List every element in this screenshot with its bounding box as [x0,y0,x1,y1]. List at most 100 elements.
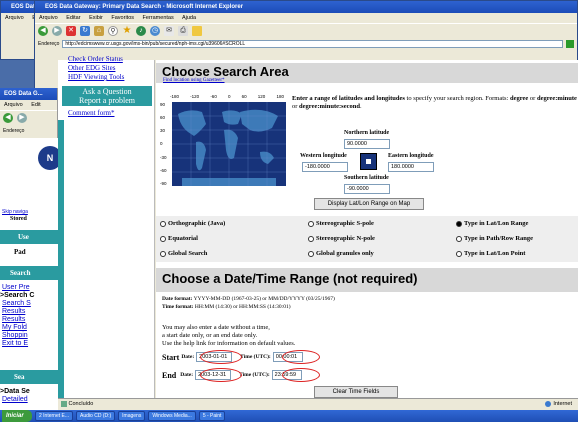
task-images[interactable]: Imagens [118,411,146,421]
nav-link-current[interactable]: >Search C [0,292,34,300]
radio-icon[interactable] [160,235,166,242]
nav-link-current[interactable]: >Data Se [0,388,30,396]
map-image[interactable] [172,102,286,186]
back-window-2-menu: Arquivo Edit [0,100,57,110]
toolbar: ◀ ▶ ✕ ↻ ⌂ ⚲ ★ ♪ ◷ ✉ ⎙ [35,23,577,38]
nav-link[interactable]: Exit to E [2,340,28,348]
back-menu-item[interactable]: Arquivo [4,102,23,108]
west-label: Western longitude [300,153,347,159]
start-button[interactable]: Iniciar [2,410,32,422]
back-menu-item[interactable]: Edit [31,102,40,108]
nav-link[interactable]: Shoppin [2,332,28,340]
radio-icon[interactable] [308,220,314,227]
task-media[interactable]: Windows Media... [148,411,196,421]
tick-label: -30 [160,154,167,160]
radio-icon[interactable] [456,235,462,242]
option-label: Type in Path/Row Range [464,235,534,242]
tick-label: 30 [160,128,166,134]
history-icon[interactable]: ◷ [150,26,160,36]
task-audio[interactable]: Audio CD (D:) [76,411,116,421]
use-box: Use [0,230,58,244]
end-date-label: Date: [180,372,194,378]
menu-file[interactable]: Arquivo [39,15,58,21]
tick-label: 180 [276,94,284,99]
print-icon[interactable]: ⎙ [178,26,188,36]
menu-help[interactable]: Ajuda [182,15,196,21]
status-bar: Concluído Internet [58,398,578,410]
back-icon[interactable]: ◀ [38,26,48,36]
selection-box-icon [360,153,377,170]
option-equatorial[interactable]: Equatorial [160,235,198,242]
menu-edit[interactable]: Editar [66,15,80,21]
radio-icon[interactable] [308,235,314,242]
tick-label: 60 [241,94,247,99]
tick-label: 90 [160,102,166,107]
comment-form-link[interactable]: Comment form* [68,109,114,117]
option-path-row[interactable]: Type in Path/Row Range [456,235,533,242]
zone-text: Internet [553,401,572,407]
gazetteer-link[interactable]: Find location using Gazetteer* [163,77,225,85]
skip-nav-link[interactable]: Skip naviga [2,208,28,216]
option-global-search[interactable]: Global Search [160,250,207,257]
nav-link[interactable]: User Pre [2,284,30,292]
tick-label: -90 [160,180,167,186]
menu-view[interactable]: Exibir [89,15,103,21]
address-input[interactable]: http://edcimswww.cr.usgs.gov/ims-bin/pub… [62,39,563,48]
start-time-label: Time (UTC): [240,354,271,360]
radio-icon[interactable] [160,250,166,257]
task-paint[interactable]: 5 - Paint [198,411,226,421]
main-content: Choose Search Area Find location using G… [156,60,578,398]
option-stereo-n[interactable]: Stereographic N-pole [308,235,375,242]
home-icon[interactable]: ⌂ [94,26,104,36]
option-orthographic[interactable]: Orthographic (Java) [160,220,225,227]
radio-selected-icon[interactable] [456,220,462,227]
search-icon[interactable]: ⚲ [108,26,118,36]
check-order-link[interactable]: Check Order Status [68,55,123,63]
favorites-star-icon[interactable]: ★ [122,26,132,36]
west-longitude-input[interactable]: -180.0000 [302,162,348,172]
help-text: You may also enter a date without a time… [162,324,295,348]
other-edg-link[interactable]: Other EDG Sites [68,64,115,72]
sidebar-teal-strip [58,120,64,410]
mail-icon[interactable]: ✉ [164,26,174,36]
window-title: EOS Data Gateway: Primary Data Search - … [35,1,577,13]
option-global-granules[interactable]: Global granules only [308,250,374,257]
search-box: Search [0,266,58,280]
stop-icon[interactable]: ✕ [66,26,76,36]
back-menu-item[interactable]: Arquivo [5,15,24,21]
go-icon[interactable] [566,39,574,48]
forward-icon[interactable]: ▶ [52,26,62,36]
option-stereo-s[interactable]: Stereographic S-pole [308,220,374,227]
address-label: Endereço [3,127,25,134]
back-icon[interactable]: ◀ [3,113,13,123]
task-ie[interactable]: 2 Internet E... [35,411,74,421]
media-icon[interactable]: ♪ [136,26,146,36]
sea-label: Sea [14,373,25,381]
radio-icon[interactable] [160,220,166,227]
nav-link[interactable]: My Fold [2,324,27,332]
north-latitude-input[interactable]: 90.0000 [344,139,390,149]
folder-icon[interactable] [192,26,202,36]
south-latitude-input[interactable]: -90.0000 [344,184,390,194]
refresh-icon[interactable]: ↻ [80,26,90,36]
clear-time-button[interactable]: Clear Time Fields [314,386,398,398]
menu-favorites[interactable]: Favoritos [111,15,134,21]
option-latlon-range[interactable]: Type in Lat/Lon Range [456,220,528,227]
radio-icon[interactable] [308,250,314,257]
time-format-label: Time format: [162,304,194,310]
status-text: Concluído [68,401,94,407]
nav-link[interactable]: Search S [2,300,31,308]
instructions-text: or [292,103,300,110]
nav-link[interactable]: Detailed [2,396,28,404]
pad-label: Pad [14,248,26,256]
display-range-button[interactable]: Display Lat/Lon Range on Map [314,198,424,210]
radio-icon[interactable] [456,250,462,257]
menu-tools[interactable]: Ferramentas [143,15,174,21]
nav-link[interactable]: Results [2,308,25,316]
option-latlon-point[interactable]: Type in Lat/Lon Point [456,250,525,257]
hdf-tools-link[interactable]: HDF Viewing Tools [68,73,124,81]
nav-link[interactable]: Results [2,316,25,324]
forward-icon[interactable]: ▶ [17,113,27,123]
east-longitude-input[interactable]: 180.0000 [388,162,434,172]
world-map[interactable]: -180 -120 -60 0 60 120 180 90 60 30 0 -3… [160,94,294,194]
